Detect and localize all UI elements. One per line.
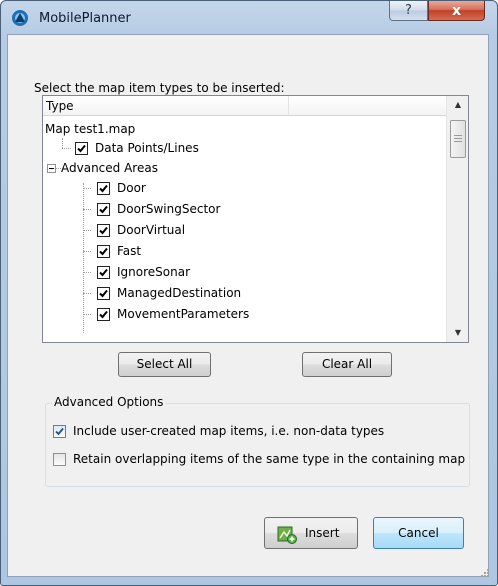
tree-item-ignoresonar[interactable]: IgnoreSonar [43,262,443,282]
select-all-button[interactable]: Select All [118,352,211,377]
checkmark-icon [99,289,108,298]
tree-guide-line [83,251,91,252]
tree-item-doorswingsector[interactable]: DoorSwingSector [43,199,443,219]
checkmark-icon [99,205,108,214]
tree-vertical-scrollbar[interactable]: ▲ ▼ [446,96,468,342]
option-label: Include user-created map items, i.e. non… [73,424,385,438]
tree-item-label: DoorVirtual [117,223,186,237]
tree-item-label: Door [117,181,146,195]
checkmark-icon [99,226,108,235]
checkmark-icon [99,310,108,319]
collapse-icon[interactable] [47,164,56,173]
tree-item-label: Fast [117,244,142,258]
window-title: MobilePlanner [39,11,131,26]
tree-item-fast[interactable]: Fast [43,241,443,261]
tree-item-door[interactable]: Door [43,178,443,198]
checkbox-doorswingsector[interactable] [97,203,110,216]
mobileplanner-app-icon [12,10,28,26]
scroll-thumb[interactable] [450,120,466,158]
checkbox-retain-overlapping[interactable] [53,453,66,466]
checkmark-icon [77,144,86,153]
tree-guide-line [83,209,91,210]
close-button[interactable]: x [428,1,485,21]
tree-guide-line [83,230,91,231]
tree-item-manageddestination[interactable]: ManagedDestination [43,283,443,303]
title-bar[interactable]: MobilePlanner ? x [1,1,497,35]
scroll-up-arrow-icon[interactable]: ▲ [447,96,468,114]
tree-guide-line [83,293,91,294]
insert-button[interactable]: Insert [264,517,358,549]
tree-item-data-points-lines[interactable]: Data Points/Lines [43,138,443,158]
advanced-options-title: Advanced Options [52,395,166,409]
checkbox-doorvirtual[interactable] [97,224,110,237]
checkbox-include-user-created[interactable] [53,425,66,438]
checkbox-data-points-lines[interactable] [75,142,88,155]
tree-guide-line [83,272,91,273]
checkbox-ignoresonar[interactable] [97,266,110,279]
tree-item-label: MovementParameters [117,307,250,321]
option-label: Retain overlapping items of the same typ… [73,452,466,466]
tree-guide-line [83,188,91,189]
checkmark-icon [99,184,108,193]
checkmark-icon [99,247,108,256]
prompt-label: Select the map item types to be inserted… [34,81,285,95]
tree-item-advanced-areas[interactable]: Advanced Areas [43,158,443,178]
tree-item-label: Data Points/Lines [95,141,199,155]
insert-label: Insert [305,526,340,540]
tree-column-header[interactable]: Type [43,96,446,116]
tree-guide-line [83,314,91,315]
checkbox-door[interactable] [97,182,110,195]
advanced-options-group [45,403,470,487]
tree-item-label: Advanced Areas [61,161,158,175]
scroll-down-arrow-icon[interactable]: ▼ [447,324,468,342]
tree-item-movementparameters[interactable]: MovementParameters [43,304,443,324]
tree-item-label: DoorSwingSector [117,202,221,216]
checkbox-manageddestination[interactable] [97,287,110,300]
map-item-tree[interactable]: Type Map test1.map Data Points/Lines Adv… [42,95,469,343]
cancel-button[interactable]: Cancel [373,517,464,549]
checkbox-fast[interactable] [97,245,110,258]
checkmark-icon [99,268,108,277]
help-button[interactable]: ? [389,1,428,21]
tree-root-label: Map test1.map [45,122,136,136]
tree-item-label: IgnoreSonar [117,265,191,279]
column-divider [288,96,289,115]
tree-item-label: ManagedDestination [117,286,242,300]
type-column-label: Type [46,99,74,113]
checkbox-movementparameters[interactable] [97,308,110,321]
tree-item-doorvirtual[interactable]: DoorVirtual [43,220,443,240]
insert-map-icon [277,526,297,544]
resize-grip-icon[interactable] [480,568,490,578]
clear-all-button[interactable]: Clear All [302,352,392,377]
close-icon: x [451,3,462,19]
checkmark-icon [55,427,64,436]
